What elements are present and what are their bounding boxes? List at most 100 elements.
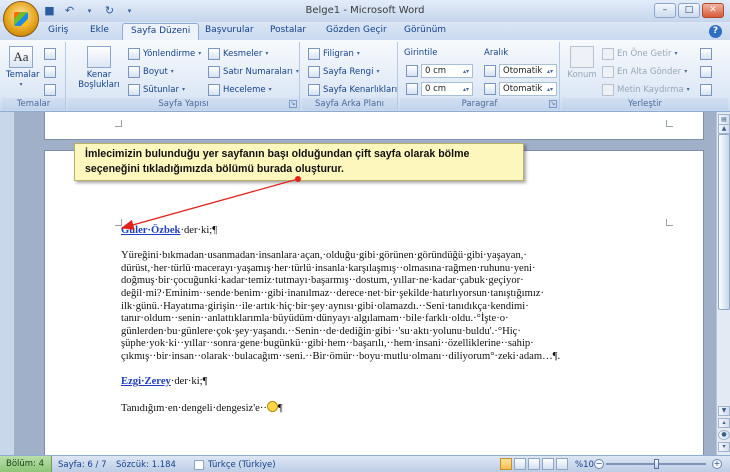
- aralik-once-field[interactable]: Otomatik ▴▾: [484, 64, 557, 78]
- paragraph-mark: ¶: [277, 403, 283, 415]
- bring-to-front-icon: [602, 47, 614, 60]
- previous-page-button[interactable]: ▴: [718, 418, 730, 428]
- previous-page[interactable]: [44, 112, 704, 140]
- aralik-once-input[interactable]: Otomatik ▴▾: [499, 64, 557, 78]
- title-bar: ■ ↶ ▾ ↻ ▾ Belge1 - Microsoft Word – □ ✕: [0, 0, 730, 22]
- group-label-yerlestir: Yerleştir: [562, 98, 728, 110]
- en-alta-gonder-button[interactable]: En Alta Gönder ▾: [602, 64, 687, 79]
- line-numbers-icon: [208, 65, 220, 78]
- heceleme-button[interactable]: Heceleme ▾: [208, 82, 272, 97]
- group-sayfa-arka-plani: Filigran ▾ Sayfa Rengi ▾ Sayfa Kenarlıklar…: [302, 42, 398, 110]
- sayfa-rengi-button[interactable]: Sayfa Rengi ▾: [308, 64, 379, 79]
- heceleme-label: Heceleme: [223, 84, 266, 95]
- view-outline-icon[interactable]: [542, 458, 554, 470]
- text-line: günlerden·bu·günlere·çok·şey·yaşandı.··S…: [121, 325, 521, 337]
- rotate-icon[interactable]: [700, 84, 712, 96]
- text-line: tanır·oldum··senin··anlattıklarımla·büyü…: [121, 313, 509, 325]
- status-words[interactable]: Sözcük: 1.184: [116, 460, 176, 470]
- theme-colors-icon[interactable]: [44, 48, 56, 60]
- scroll-down-button[interactable]: ▼: [718, 406, 730, 416]
- girinti-sag-field[interactable]: 0 cm ▴▾: [406, 82, 473, 96]
- indent-left-icon: [406, 65, 418, 77]
- tab-giris[interactable]: Giriş: [48, 25, 68, 35]
- zoom-slider-thumb[interactable]: [654, 459, 659, 469]
- aralik-sonra-input[interactable]: Otomatik ▴▾: [499, 82, 557, 96]
- sutunlar-button[interactable]: Sütunlar ▾: [128, 82, 185, 97]
- current-page[interactable]: Güler·Özbek·der·ki;¶ Yüreğini·bıkmadan·u…: [44, 150, 704, 460]
- page-corner-mark: [666, 120, 673, 127]
- office-button[interactable]: [3, 1, 39, 37]
- tab-sayfa-duzeni[interactable]: Sayfa Düzeni: [122, 23, 200, 40]
- vertical-ruler: [0, 112, 14, 455]
- margins-icon: [87, 46, 111, 68]
- help-icon[interactable]: ?: [709, 25, 722, 38]
- theme-fonts-icon[interactable]: [44, 66, 56, 78]
- next-page-button[interactable]: ▾: [718, 442, 730, 452]
- page-color-icon: [308, 65, 320, 78]
- girinti-sag-input[interactable]: 0 cm ▴▾: [421, 82, 473, 96]
- konum-button[interactable]: Konum: [566, 46, 598, 80]
- paragraph-ezgi[interactable]: Ezgi·Zerey·der·ki;¶: [121, 376, 605, 389]
- callout-note: İmlecimizin bulunduğu yer sayfanın başı …: [74, 143, 524, 181]
- view-draft-icon[interactable]: [556, 458, 568, 470]
- group-icon[interactable]: [700, 66, 712, 78]
- tab-ekle[interactable]: Ekle: [90, 25, 109, 35]
- temalar-button[interactable]: Aa Temalar ▾: [6, 46, 40, 90]
- page-borders-icon: [308, 83, 320, 96]
- paragraph-guler[interactable]: Güler·Özbek·der·ki;¶: [121, 225, 605, 238]
- boyut-button[interactable]: Boyut ▾: [128, 64, 174, 79]
- size-icon: [128, 65, 140, 78]
- view-print-layout-icon[interactable]: [500, 458, 512, 470]
- document-body[interactable]: Güler·Özbek·der·ki;¶ Yüreğini·bıkmadan·u…: [121, 225, 605, 416]
- text-wrap-icon: [602, 83, 614, 96]
- satir-numaralari-button[interactable]: Satır Numaraları ▾: [208, 64, 299, 79]
- browse-object-button[interactable]: ●: [718, 430, 730, 440]
- girinti-sol-value: 0 cm: [425, 66, 447, 76]
- theme-effects-icon[interactable]: [44, 84, 56, 96]
- sayfa-kenarliklari-button[interactable]: Sayfa Kenarlıkları: [308, 82, 397, 97]
- status-page[interactable]: Sayfa: 6 / 7: [58, 460, 107, 470]
- girinti-sol-input[interactable]: 0 cm ▴▾: [421, 64, 473, 78]
- align-icon[interactable]: [700, 48, 712, 60]
- view-web-layout-icon[interactable]: [528, 458, 540, 470]
- vertical-scrollbar[interactable]: ▤ ▲ ▼ ▴ ● ▾: [716, 112, 730, 455]
- sayfa-yapisi-dialog-launcher-icon[interactable]: ↘: [289, 100, 297, 108]
- close-button[interactable]: ✕: [702, 3, 724, 18]
- zoom-out-button[interactable]: −: [594, 459, 604, 469]
- metin-kaydirma-button[interactable]: Metin Kaydırma ▾: [602, 82, 690, 97]
- paragraf-dialog-launcher-icon[interactable]: ↘: [549, 100, 557, 108]
- minimize-button[interactable]: –: [654, 3, 676, 18]
- paragraph-ezgi-quote-text: Tanıdığım·en·dengeli·dengesiz'e··: [121, 403, 267, 415]
- scroll-up-button[interactable]: ▲: [718, 124, 730, 134]
- yonlendirme-button[interactable]: Yönlendirme ▾: [128, 46, 201, 61]
- zoom-in-button[interactable]: +: [712, 459, 722, 469]
- tab-basvurular[interactable]: Başvurular: [205, 25, 254, 35]
- tab-gorunum[interactable]: Görünüm: [404, 25, 446, 35]
- paragraph-main[interactable]: Yüreğini·bıkmadan·usanmadan·insanlara·aç…: [121, 250, 605, 363]
- scroll-thumb[interactable]: [718, 134, 730, 310]
- spelling-icon: [194, 460, 204, 470]
- en-one-getir-button[interactable]: En Öne Getir ▾: [602, 46, 678, 61]
- text-line: şüphe·yok·ki··yıllar··sonra·gene·bugünkü…: [121, 338, 534, 350]
- en-one-getir-label: En Öne Getir: [617, 48, 672, 59]
- status-section[interactable]: Bölüm: 4: [0, 456, 52, 472]
- maximize-button[interactable]: □: [678, 3, 700, 18]
- tab-postalar[interactable]: Postalar: [270, 25, 306, 35]
- filigran-button[interactable]: Filigran ▾: [308, 46, 360, 61]
- text-line: Yüreğini·bıkmadan·usanmadan·insanlara·aç…: [121, 250, 527, 262]
- girinti-sol-field[interactable]: 0 cm ▴▾: [406, 64, 473, 78]
- spacing-after-icon: [484, 83, 496, 95]
- kenar-bosluklari-button[interactable]: Kenar Boşlukları: [74, 46, 124, 90]
- tab-gozden-gecir[interactable]: Gözden Geçir: [326, 25, 387, 35]
- ribbon-tabs: Giriş Ekle Sayfa Düzeni Başvurular Posta…: [0, 22, 730, 40]
- aralik-sonra-field[interactable]: Otomatik ▴▾: [484, 82, 557, 96]
- view-full-screen-icon[interactable]: [514, 458, 526, 470]
- kesmeler-label: Kesmeler: [223, 48, 263, 59]
- text-line: çıkmış··bir·insan··olarak··bulacağım··se…: [121, 350, 561, 362]
- paragraph-ezgi-quote[interactable]: Tanıdığım·en·dengeli·dengesiz'e·· ¶: [121, 401, 605, 416]
- ribbon: Aa Temalar ▾ Temalar Kenar Boşlukları Yö…: [0, 40, 730, 112]
- author-name-guler: Güler·Özbek: [121, 225, 181, 236]
- status-language[interactable]: Türkçe (Türkiye): [194, 460, 276, 470]
- kesmeler-button[interactable]: Kesmeler ▾: [208, 46, 268, 61]
- temalar-label: Temalar: [6, 70, 40, 80]
